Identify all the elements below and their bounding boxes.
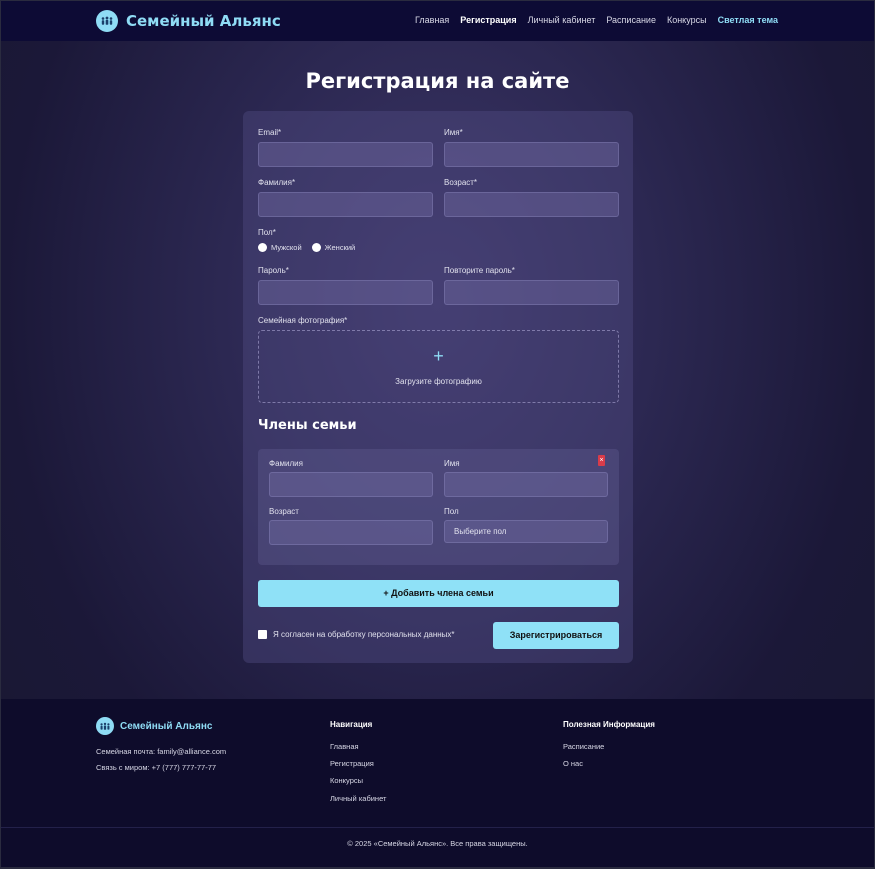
footer-phone: Связь с миром: +7 (777) 777-77-77 — [96, 763, 217, 772]
first-name-field[interactable] — [444, 142, 619, 167]
theme-toggle[interactable]: Светлая тема — [718, 15, 778, 25]
footer-email: Семейная почта: family@alliance.com — [96, 747, 227, 756]
family-logo-icon — [96, 717, 114, 735]
brand[interactable]: Семейный Альянс — [96, 10, 281, 32]
nav-link-account[interactable]: Личный кабинет — [528, 15, 596, 25]
gender-male-label: Мужской — [271, 243, 302, 252]
consent-checkbox-row[interactable]: Я согласен на обработку персональных дан… — [258, 630, 455, 639]
age-field[interactable] — [444, 192, 619, 217]
radio-button[interactable] — [311, 243, 321, 252]
page-title: Регистрация на сайте — [305, 69, 570, 93]
photo-upload-text: Загрузите фотографию — [395, 377, 482, 386]
last-name-label: Фамилия* — [258, 178, 296, 187]
footer-link-account[interactable]: Личный кабинет — [330, 794, 386, 803]
member-last-name-label: Фамилия — [269, 459, 303, 468]
footer-divider — [1, 827, 874, 828]
password-repeat-label: Повторите пароль* — [444, 266, 515, 275]
main-nav: Главная Регистрация Личный кабинет Распи… — [415, 15, 778, 25]
nav-link-contests[interactable]: Конкурсы — [667, 15, 707, 25]
register-button[interactable]: Зарегистрироваться — [493, 622, 619, 649]
footer-link-registration[interactable]: Регистрация — [330, 759, 374, 768]
brand-name: Семейный Альянс — [126, 12, 281, 30]
nav-link-schedule[interactable]: Расписание — [606, 15, 656, 25]
copyright: © 2025 «Семейный Альянс». Все права защи… — [347, 839, 528, 848]
gender-radio-female[interactable]: Женский — [311, 243, 356, 252]
nav-link-home[interactable]: Главная — [415, 15, 449, 25]
site-header: Семейный Альянс Главная Регистрация Личн… — [1, 1, 874, 41]
plus-icon: + — [433, 346, 444, 366]
password-field[interactable] — [258, 280, 433, 305]
family-logo-icon — [96, 10, 118, 32]
footer-nav-title: Навигация — [330, 720, 373, 729]
first-name-label: Имя* — [444, 128, 463, 137]
photo-upload-dropzone[interactable]: + Загрузите фотографию — [258, 330, 619, 403]
consent-label: Я согласен на обработку персональных дан… — [273, 630, 455, 639]
photo-label: Семейная фотография* — [258, 316, 348, 325]
member-last-name-field[interactable] — [269, 472, 433, 497]
member-age-label: Возраст — [269, 507, 299, 516]
footer-link-home[interactable]: Главная — [330, 742, 359, 751]
member-gender-select[interactable]: Выберите пол — [444, 520, 608, 543]
gender-radio-group: Мужской Женский — [258, 243, 355, 252]
footer-link-contests[interactable]: Конкурсы — [330, 776, 363, 785]
radio-button[interactable] — [258, 243, 267, 252]
footer-brand-name: Семейный Альянс — [120, 720, 213, 732]
age-label: Возраст* — [444, 178, 478, 187]
gender-label: Пол* — [258, 228, 276, 237]
gender-female-label: Женский — [324, 243, 356, 252]
footer-brand[interactable]: Семейный Альянс — [96, 717, 212, 735]
footer-link-about[interactable]: О нас — [563, 759, 583, 768]
family-members-title: Члены семьи — [258, 418, 357, 433]
email-label: Email* — [258, 128, 282, 137]
member-first-name-label: Имя — [444, 459, 460, 468]
last-name-field[interactable] — [258, 192, 433, 217]
add-family-member-button[interactable]: + Добавить члена семьи — [258, 580, 619, 607]
member-first-name-field[interactable] — [444, 472, 608, 497]
footer-link-schedule[interactable]: Расписание — [563, 742, 604, 751]
registration-form: Email* Имя* Фамилия* Возраст* Пол* Мужск… — [243, 111, 633, 663]
site-footer: Семейный Альянс Семейная почта: family@a… — [1, 699, 874, 867]
gender-radio-male[interactable]: Мужской — [258, 243, 302, 252]
page: Семейный Альянс Главная Регистрация Личн… — [1, 1, 874, 867]
member-age-field[interactable] — [269, 520, 433, 545]
consent-checkbox[interactable] — [258, 630, 267, 639]
member-gender-label: Пол — [444, 507, 459, 516]
family-member-card: Фамилия Имя × Возраст Пол Выберите пол — [258, 449, 619, 565]
footer-info-title: Полезная Информация — [563, 720, 655, 729]
password-repeat-field[interactable] — [444, 280, 619, 305]
email-field[interactable] — [258, 142, 433, 167]
nav-link-registration[interactable]: Регистрация — [460, 15, 516, 25]
remove-member-button[interactable]: × — [598, 455, 605, 466]
password-label: Пароль* — [258, 266, 289, 275]
